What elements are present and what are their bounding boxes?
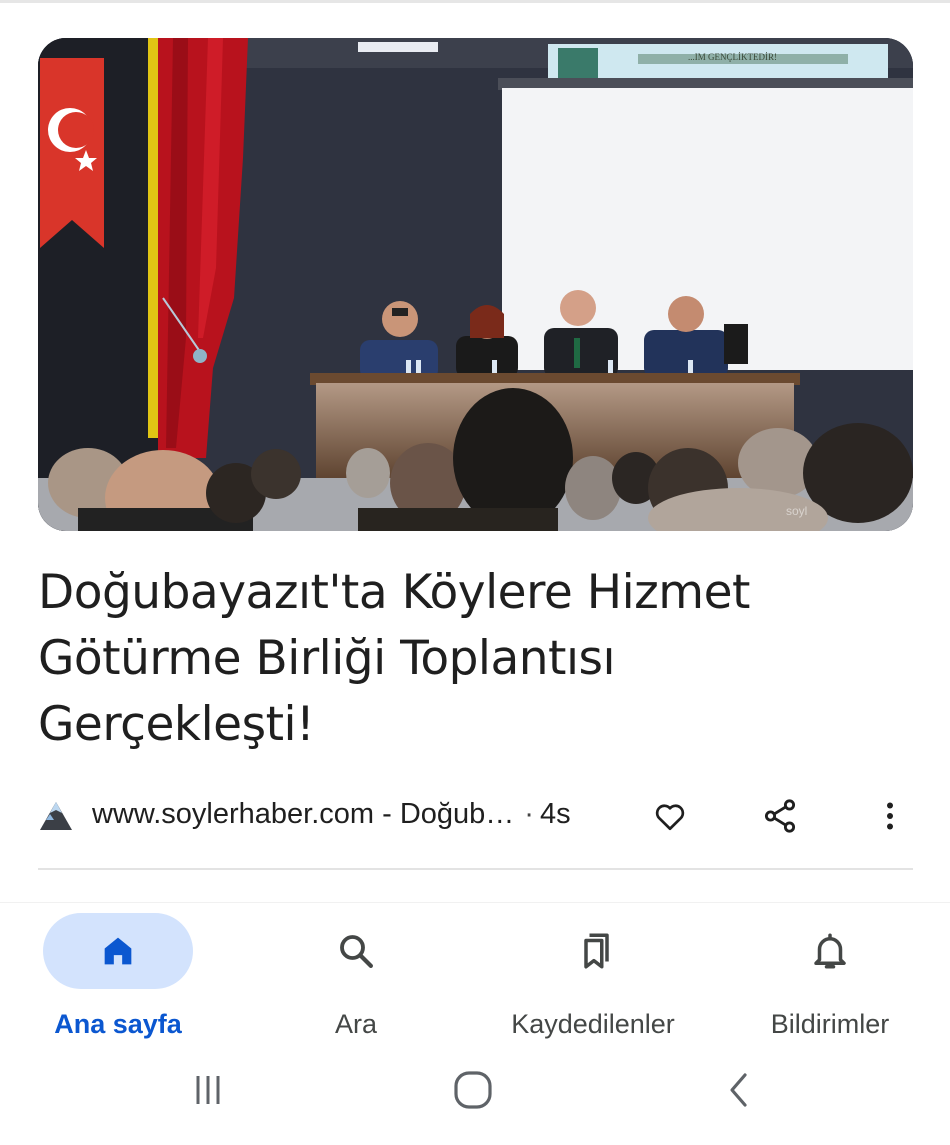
home-icon [104,937,132,965]
share-icon [764,799,796,833]
share-button[interactable] [758,794,802,838]
home-circle-icon [454,1071,492,1109]
article-image[interactable]: soyl ...IM GENÇLİKTEDİR! [38,38,913,531]
back-icon [730,1073,747,1107]
back-button[interactable] [710,1065,770,1115]
nav-search-pill[interactable] [281,913,431,989]
more-options-button[interactable] [868,794,912,838]
article-meta-row: www.soylerhaber.com - Doğub… · 4s [38,790,913,840]
bottom-navigation: Ana sayfa Ara Kaydedilenler Bildirimler [0,903,950,1045]
nav-home-pill[interactable] [43,913,193,989]
system-navigation-bar [0,1045,950,1145]
recents-icon [196,1076,220,1104]
more-vert-icon [887,802,893,830]
age-separator: · [524,798,534,830]
news-card[interactable]: soyl ...IM GENÇLİKTEDİR! Doğubayazıt'ta … [0,0,950,872]
card-divider [38,868,913,870]
mountain-logo-icon [38,798,74,834]
bell-icon [814,933,846,969]
nav-saved-pill[interactable] [518,913,668,989]
system-home-button[interactable] [443,1065,503,1115]
source-name[interactable]: www.soylerhaber.com - Doğub… [92,798,514,830]
nav-notifications[interactable]: Bildirimler [730,913,930,1043]
meeting-photo: soyl ...IM GENÇLİKTEDİR! [38,38,913,531]
recents-button[interactable] [178,1065,238,1115]
source-line[interactable]: www.soylerhaber.com - Doğub… · 4s [92,798,571,831]
image-corner-mark: soyl [786,504,807,518]
search-icon [340,935,373,968]
nav-saved-label: Kaydedilenler [511,1009,675,1039]
nav-notifications-pill[interactable] [755,913,905,989]
heart-outline-icon [655,804,685,831]
nav-home[interactable]: Ana sayfa [18,913,218,1043]
bookmarks-icon [584,933,609,969]
article-headline[interactable]: Doğubayazıt'ta Köylere Hizmet Götürme Bi… [38,560,898,758]
image-banner-text: ...IM GENÇLİKTEDİR! [688,52,777,62]
nav-notifications-label: Bildirimler [770,1009,890,1039]
article-age: 4s [539,798,571,830]
nav-search[interactable]: Ara [256,913,456,1043]
nav-search-label: Ara [334,1009,378,1039]
nav-home-label: Ana sayfa [54,1009,182,1039]
like-button[interactable] [648,794,692,838]
nav-saved[interactable]: Kaydedilenler [493,913,693,1043]
